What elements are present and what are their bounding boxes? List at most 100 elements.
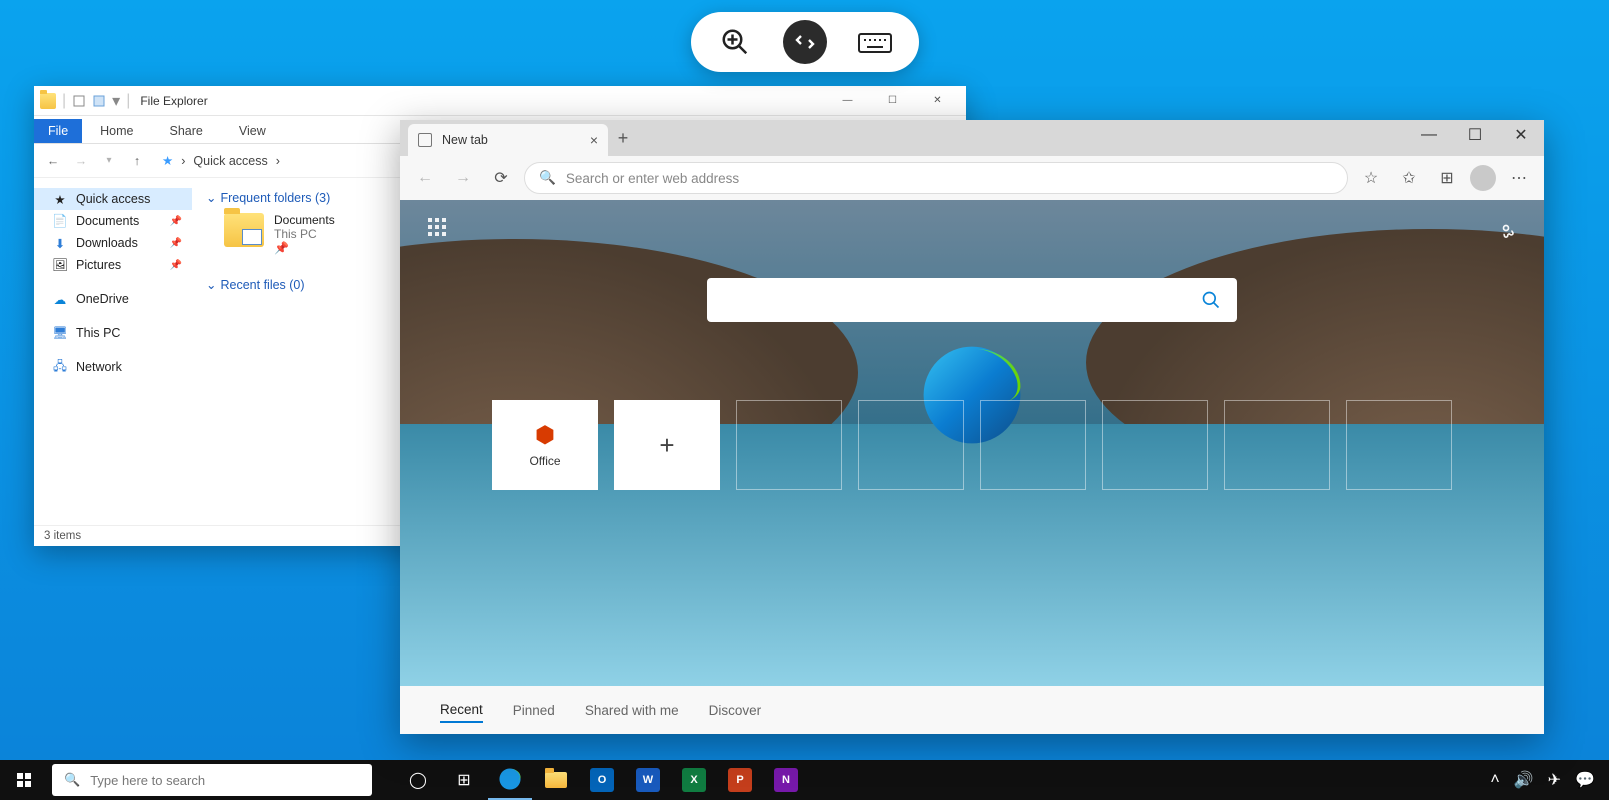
taskbar-app-outlook[interactable]: O [580, 760, 624, 800]
section-title: Recent files (0) [220, 278, 304, 292]
ribbon-home-tab[interactable]: Home [82, 119, 151, 143]
tile-label: Office [529, 454, 560, 468]
windows-logo-icon [17, 773, 31, 787]
feed-tabs: Recent Pinned Shared with me Discover [400, 686, 1544, 734]
breadcrumb-root[interactable]: Quick access [193, 154, 267, 168]
history-dropdown-icon[interactable]: ▾ [98, 155, 120, 166]
tile-empty[interactable] [1346, 400, 1452, 490]
new-tab-button[interactable]: + [608, 128, 638, 149]
collections-icon[interactable]: ⊞ [1432, 163, 1462, 193]
tile-empty[interactable] [980, 400, 1086, 490]
breadcrumb-sep: › [181, 154, 185, 168]
hero-search-input[interactable] [707, 278, 1237, 322]
tile-office[interactable]: ⬢ Office [492, 400, 598, 490]
refresh-icon[interactable]: ⟳ [486, 163, 516, 193]
explorer-titlebar[interactable]: | ▾ | File Explorer — ☐ ✕ [34, 86, 966, 116]
tile-empty[interactable] [858, 400, 964, 490]
section-title: Frequent folders (3) [220, 191, 330, 205]
tile-add[interactable]: + [614, 400, 720, 490]
menu-icon[interactable]: ⋯ [1504, 163, 1534, 193]
tab-label: New tab [442, 133, 488, 147]
taskbar-app-excel[interactable]: X [672, 760, 716, 800]
maximize-button[interactable]: ☐ [870, 86, 915, 116]
pin-icon: 📌 [170, 238, 182, 249]
favorites-bar-icon[interactable]: ✩ [1394, 163, 1424, 193]
taskbar-app-word[interactable]: W [626, 760, 670, 800]
sidebar-item-documents[interactable]: 📄 Documents 📌 [34, 210, 192, 232]
address-bar[interactable]: 🔍 Search or enter web address [524, 162, 1348, 194]
network-icon[interactable]: ✈ [1548, 770, 1561, 790]
minimize-button[interactable]: — [825, 86, 870, 116]
edge-titlebar[interactable]: New tab × + — ☐ ✕ [400, 120, 1544, 156]
action-center-icon[interactable]: 💬 [1575, 770, 1595, 790]
new-folder-icon[interactable] [92, 94, 106, 108]
browser-tab[interactable]: New tab × [408, 124, 608, 156]
taskbar-apps: ◯⊞ OWXPN [396, 760, 808, 800]
system-tray[interactable]: ˄ 🔊 ✈ 💬 [1476, 770, 1609, 790]
taskbar-app-ppt[interactable]: P [718, 760, 762, 800]
sidebar-item-downloads[interactable]: ⬇ Downloads 📌 [34, 232, 192, 254]
tile-empty[interactable] [1224, 400, 1330, 490]
ribbon-view-tab[interactable]: View [221, 119, 284, 143]
sidebar-label: Quick access [76, 192, 150, 206]
breadcrumb-sep: › [276, 154, 280, 168]
sidebar-item-network[interactable]: 🖧 Network [34, 356, 192, 378]
chevron-down-icon: ⌄ [206, 277, 216, 292]
pictures-icon: 🖼 [52, 258, 68, 272]
tile-empty[interactable] [1102, 400, 1208, 490]
breadcrumb[interactable]: ★ › Quick access › [154, 153, 288, 168]
taskbar-app-edge[interactable] [488, 760, 532, 800]
remote-connection-icon[interactable] [783, 20, 827, 64]
forward-icon[interactable]: → [448, 163, 478, 193]
plus-icon: + [659, 430, 674, 461]
up-icon[interactable]: ↑ [126, 154, 148, 168]
keyboard-icon[interactable] [853, 20, 897, 64]
sidebar-label: Downloads [76, 236, 138, 250]
profile-avatar[interactable] [1470, 165, 1496, 191]
sidebar-item-quick-access[interactable]: ★ Quick access [34, 188, 192, 210]
zoom-icon[interactable] [713, 20, 757, 64]
app-launcher-icon[interactable] [428, 218, 446, 241]
search-icon: 🔍 [64, 772, 80, 788]
tile-empty[interactable] [736, 400, 842, 490]
sidebar-item-pictures[interactable]: 🖼 Pictures 📌 [34, 254, 192, 276]
download-icon: ⬇ [52, 236, 68, 250]
taskbar-app-taskview[interactable]: ⊞ [442, 760, 486, 800]
sidebar-item-onedrive[interactable]: ☁ OneDrive [34, 288, 192, 310]
properties-icon[interactable] [72, 94, 86, 108]
minimize-button[interactable]: — [1406, 120, 1452, 150]
close-tab-icon[interactable]: × [590, 132, 598, 148]
close-button[interactable]: ✕ [1498, 120, 1544, 150]
back-icon[interactable]: ← [42, 154, 64, 168]
document-icon: 📄 [52, 214, 68, 228]
page-icon [418, 133, 432, 147]
forward-icon[interactable]: → [70, 154, 92, 168]
favorite-icon[interactable]: ☆ [1356, 163, 1386, 193]
back-icon[interactable]: ← [410, 163, 440, 193]
pin-icon: 📌 [274, 241, 335, 255]
close-button[interactable]: ✕ [915, 86, 960, 116]
feed-tab-discover[interactable]: Discover [709, 699, 762, 722]
explorer-sidebar: ★ Quick access 📄 Documents 📌 ⬇ Downloads… [34, 178, 192, 525]
window-title: File Explorer [140, 94, 207, 108]
tray-chevron-icon[interactable]: ˄ [1490, 771, 1499, 789]
monitor-icon: 🖥 [52, 326, 68, 340]
maximize-button[interactable]: ☐ [1452, 120, 1498, 150]
taskbar-app-cortana[interactable]: ◯ [396, 760, 440, 800]
taskbar-app-onenote[interactable]: N [764, 760, 808, 800]
sidebar-label: Network [76, 360, 122, 374]
sidebar-label: This PC [76, 326, 120, 340]
feed-tab-pinned[interactable]: Pinned [513, 699, 555, 722]
feed-tab-recent[interactable]: Recent [440, 698, 483, 723]
star-icon: ★ [52, 192, 68, 206]
ribbon-share-tab[interactable]: Share [152, 119, 221, 143]
folder-icon [40, 93, 56, 109]
settings-icon[interactable] [1496, 218, 1516, 243]
feed-tab-shared[interactable]: Shared with me [585, 699, 679, 722]
taskbar-search[interactable]: 🔍 Type here to search [52, 764, 372, 796]
volume-icon[interactable]: 🔊 [1514, 770, 1534, 790]
ribbon-file-tab[interactable]: File [34, 119, 82, 143]
sidebar-item-thispc[interactable]: 🖥 This PC [34, 322, 192, 344]
taskbar-app-explorer[interactable] [534, 760, 578, 800]
start-button[interactable] [0, 760, 48, 800]
